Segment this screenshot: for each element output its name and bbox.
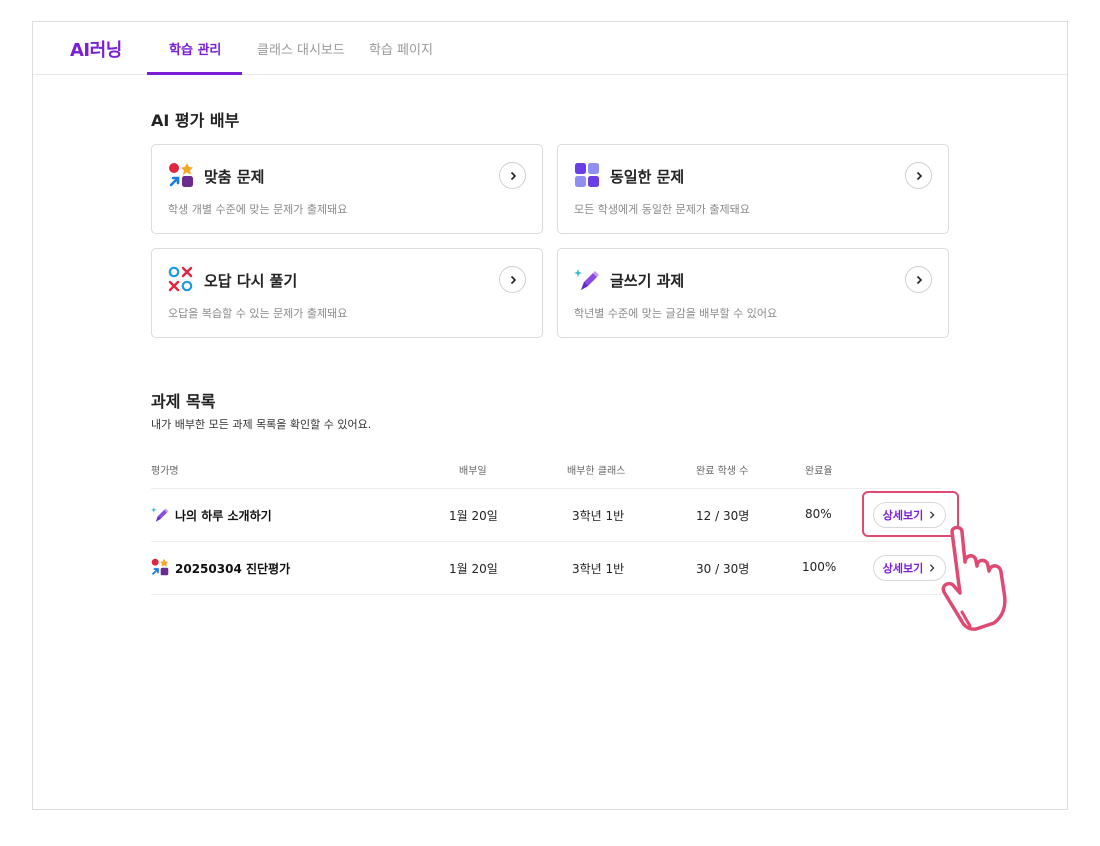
chevron-right-icon[interactable] [499,162,526,189]
card-identical-problem[interactable]: 동일한 문제 모든 학생에게 동일한 문제가 출제돼요 [557,144,949,234]
task-name: 나의 하루 소개하기 [175,509,272,523]
task-date: 1월 20일 [449,509,498,523]
active-tab-indicator [147,72,242,75]
task-rate: 80% [805,507,832,521]
tab-learning-page[interactable]: 학습 페이지 [369,39,433,58]
card-retry-wrong[interactable]: 오답 다시 풀기 오답을 복습할 수 있는 문제가 출제돼요 [151,248,543,338]
shapes-icon [151,558,169,576]
chevron-right-icon[interactable] [905,266,932,293]
card-description: 학년별 수준에 맞는 글감을 배부할 수 있어요 [574,307,778,320]
top-navigation: AI러닝 학습 관리 클래스 대시보드 학습 페이지 [33,22,1067,75]
card-title: 글쓰기 과제 [610,272,685,290]
task-class: 3학년 1반 [572,509,625,523]
detail-button-label: 상세보기 [882,562,924,575]
tab-class-dashboard[interactable]: 클래스 대시보드 [257,39,345,58]
column-header-date: 배부일 [459,466,487,477]
chevron-right-icon [930,564,935,572]
task-done-count: 12 / 30명 [696,509,750,523]
task-section-title: 과제 목록 [151,392,216,411]
column-header-rate: 완료율 [805,466,833,477]
task-date: 1월 20일 [449,562,498,576]
card-description: 학생 개별 수준에 맞는 문제가 출제돼요 [168,203,348,216]
ai-section-title: AI 평가 배부 [151,111,240,130]
pen-icon [151,507,169,522]
card-writing-task[interactable]: 글쓰기 과제 학년별 수준에 맞는 글감을 배부할 수 있어요 [557,248,949,338]
card-description: 오답을 복습할 수 있는 문제가 출제돼요 [168,307,348,320]
table-row: 나의 하루 소개하기 1월 20일 3학년 1반 12 / 30명 80% 상세… [151,489,946,541]
divider [151,594,941,595]
card-description: 모든 학생에게 동일한 문제가 출제돼요 [574,203,750,216]
chevron-right-icon[interactable] [499,266,526,293]
column-header-done: 완료 학생 수 [696,466,749,477]
chevron-right-icon[interactable] [905,162,932,189]
app-window: AI러닝 학습 관리 클래스 대시보드 학습 페이지 AI 평가 배부 맞춤 문… [32,21,1068,810]
card-title: 오답 다시 풀기 [204,272,298,290]
table-row: 20250304 진단평가 1월 20일 3학년 1반 30 / 30명 100… [151,542,946,594]
task-rate: 100% [802,560,837,574]
task-class: 3학년 1반 [572,562,625,576]
card-title: 맞춤 문제 [204,168,265,186]
pen-icon [574,269,599,290]
ox-icon [168,266,193,292]
card-title: 동일한 문제 [610,168,685,186]
column-header-class: 배부한 클래스 [567,466,626,477]
detail-button[interactable]: 상세보기 [873,555,946,581]
task-section-subtitle: 내가 배부한 모든 과제 목록을 확인할 수 있어요. [151,418,372,431]
tab-learning-management[interactable]: 학습 관리 [169,39,221,58]
grid-icon [575,163,599,187]
task-done-count: 30 / 30명 [696,562,750,576]
logo: AI러닝 [70,40,122,61]
shapes-icon [169,163,193,187]
pointing-hand-icon [941,525,1007,631]
column-header-name: 평가명 [151,466,179,477]
card-custom-problem[interactable]: 맞춤 문제 학생 개별 수준에 맞는 문제가 출제돼요 [151,144,543,234]
task-name: 20250304 진단평가 [175,562,291,576]
